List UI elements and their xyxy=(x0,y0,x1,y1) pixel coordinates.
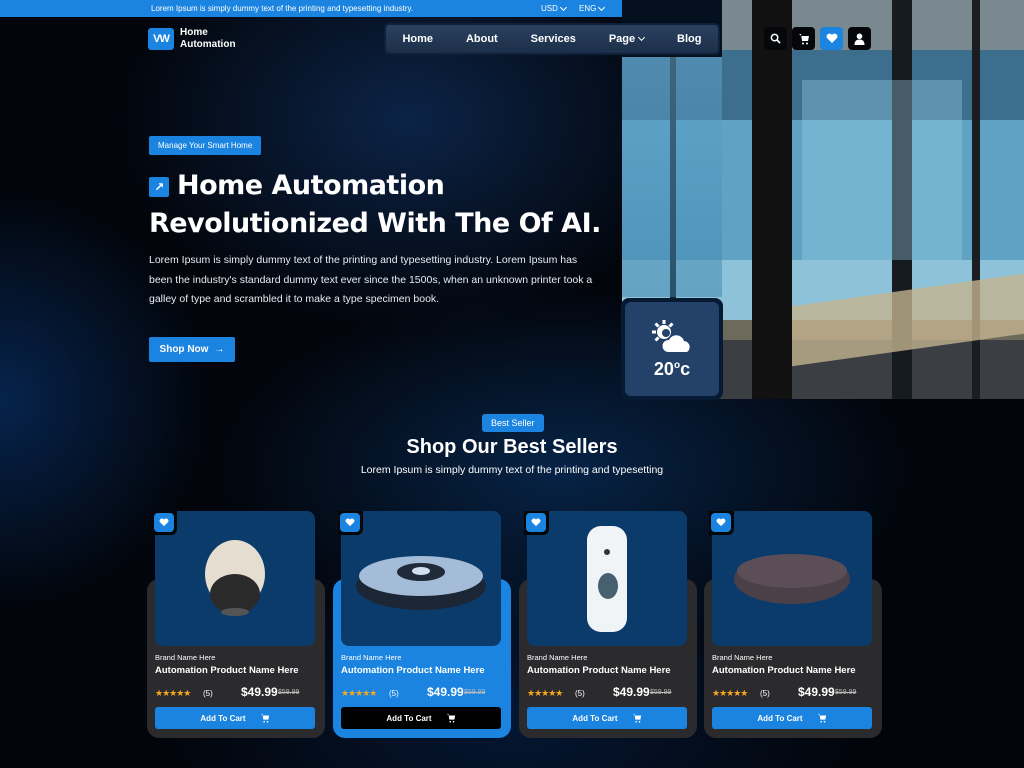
product-old-price: $59.99 xyxy=(278,689,300,696)
product-card[interactable]: Brand Name Here Automation Product Name … xyxy=(519,511,697,738)
shop-now-label: Shop Now xyxy=(159,344,209,355)
review-count: (5) xyxy=(203,689,213,698)
arrow-up-right-icon: ↗ xyxy=(149,177,169,197)
add-to-cart-label: Add To Cart xyxy=(200,713,246,723)
weather-widget: 20oc xyxy=(621,298,723,400)
product-image[interactable] xyxy=(527,511,687,646)
header-icons xyxy=(764,27,871,50)
heart-icon xyxy=(159,518,169,527)
rating-stars: ★★★★★ xyxy=(527,688,563,698)
nav-blog[interactable]: Blog xyxy=(677,33,701,45)
add-to-cart-label: Add To Cart xyxy=(386,713,432,723)
add-to-cart-button[interactable]: Add To Cart xyxy=(527,707,687,729)
language-select[interactable]: ENG xyxy=(579,3,606,13)
product-name[interactable]: Automation Product Name Here xyxy=(155,665,299,676)
nav-about[interactable]: About xyxy=(466,33,498,45)
add-to-cart-button[interactable]: Add To Cart xyxy=(341,707,501,729)
wishlist-toggle[interactable] xyxy=(152,511,177,535)
arrow-right-icon: → xyxy=(214,344,225,355)
add-to-cart-button[interactable]: Add To Cart xyxy=(155,707,315,729)
product-name[interactable]: Automation Product Name Here xyxy=(527,665,671,676)
logo-line1: Home xyxy=(180,27,208,38)
add-to-cart-button[interactable]: Add To Cart xyxy=(712,707,872,729)
wishlist-toggle[interactable] xyxy=(338,511,363,535)
product-image[interactable] xyxy=(341,511,501,646)
search-icon xyxy=(770,33,781,44)
add-to-cart-label: Add To Cart xyxy=(757,713,803,723)
cart-icon xyxy=(632,713,641,723)
wishlist-toggle[interactable] xyxy=(524,511,549,535)
shop-now-button[interactable]: Shop Now → xyxy=(149,337,235,362)
nav-page[interactable]: Page xyxy=(608,33,646,45)
wishlist-toggle[interactable] xyxy=(709,511,734,535)
product-brand: Brand Name Here xyxy=(712,653,773,662)
product-card[interactable]: Brand Name Here Automation Product Name … xyxy=(704,511,882,738)
main-nav: Home About Services Page Blog xyxy=(384,23,720,55)
chevron-down-icon xyxy=(559,3,567,11)
product-price: $49.99 xyxy=(798,685,835,699)
temperature-unit: c xyxy=(680,358,691,379)
review-count: (5) xyxy=(760,689,770,698)
hero-description: Lorem Ipsum is simply dummy text of the … xyxy=(149,254,593,305)
chevron-down-icon xyxy=(598,3,606,11)
heart-icon xyxy=(531,518,541,527)
rating-stars: ★★★★★ xyxy=(712,688,748,698)
product-old-price: $59.99 xyxy=(650,689,672,696)
product-card[interactable]: Brand Name Here Automation Product Name … xyxy=(333,511,511,738)
cart-icon xyxy=(798,33,809,44)
cart-icon xyxy=(817,713,826,723)
hero-title-line1: Home Automation xyxy=(177,170,445,201)
rating-stars: ★★★★★ xyxy=(341,688,377,698)
section-badge: Best Seller xyxy=(482,414,544,432)
hero-title-line2: Revolutionized With The Of AI. xyxy=(149,208,601,239)
product-card[interactable]: Brand Name Here Automation Product Name … xyxy=(147,511,325,738)
nav-home[interactable]: Home xyxy=(402,33,433,45)
announcement-text: Lorem Ipsum is simply dummy text of the … xyxy=(151,4,414,13)
hero-tag: Manage Your Smart Home xyxy=(149,136,262,155)
heart-icon xyxy=(716,518,726,527)
temperature-value: 20 xyxy=(653,358,674,379)
account-button[interactable] xyxy=(848,27,871,50)
partly-cloudy-icon xyxy=(652,319,690,352)
cart-icon xyxy=(446,713,455,723)
logo-mark: VW xyxy=(148,28,174,50)
logo-line2: Automation xyxy=(180,39,236,50)
product-old-price: $59.99 xyxy=(835,689,857,696)
heart-icon xyxy=(345,518,355,527)
product-brand: Brand Name Here xyxy=(527,653,588,662)
section-subtitle: Lorem Ipsum is simply dummy text of the … xyxy=(360,464,664,476)
rating-stars: ★★★★★ xyxy=(155,688,191,698)
chevron-down-icon xyxy=(638,33,646,42)
product-old-price: $59.99 xyxy=(464,689,486,696)
product-brand: Brand Name Here xyxy=(155,653,216,662)
section-title: Shop Our Best Sellers xyxy=(406,436,618,458)
review-count: (5) xyxy=(389,689,399,698)
product-image[interactable] xyxy=(712,511,872,646)
currency-label: USD xyxy=(541,4,558,13)
user-icon xyxy=(854,33,865,45)
heart-icon xyxy=(826,33,837,43)
product-price: $49.99 xyxy=(613,685,650,699)
add-to-cart-label: Add To Cart xyxy=(572,713,618,723)
top-announcement-bar: Lorem Ipsum is simply dummy text of the … xyxy=(0,0,622,17)
review-count: (5) xyxy=(575,689,585,698)
product-name[interactable]: Automation Product Name Here xyxy=(712,665,856,676)
product-price: $49.99 xyxy=(241,685,278,699)
currency-select[interactable]: USD xyxy=(541,3,567,13)
cart-button[interactable] xyxy=(792,27,815,50)
cart-icon xyxy=(260,713,269,723)
search-button[interactable] xyxy=(764,27,787,50)
product-image[interactable] xyxy=(155,511,315,646)
wishlist-button[interactable] xyxy=(820,27,843,50)
nav-services[interactable]: Services xyxy=(531,33,576,45)
product-brand: Brand Name Here xyxy=(341,653,402,662)
nav-page-label: Page xyxy=(608,33,636,45)
product-price: $49.99 xyxy=(427,685,464,699)
hero-title: ↗ Home Automation Revolutionized With The… xyxy=(149,167,601,243)
site-logo[interactable]: VW Home Automation xyxy=(148,27,236,51)
product-name[interactable]: Automation Product Name Here xyxy=(341,665,485,676)
temperature: 20oc xyxy=(654,359,690,380)
language-label: ENG xyxy=(579,4,597,13)
